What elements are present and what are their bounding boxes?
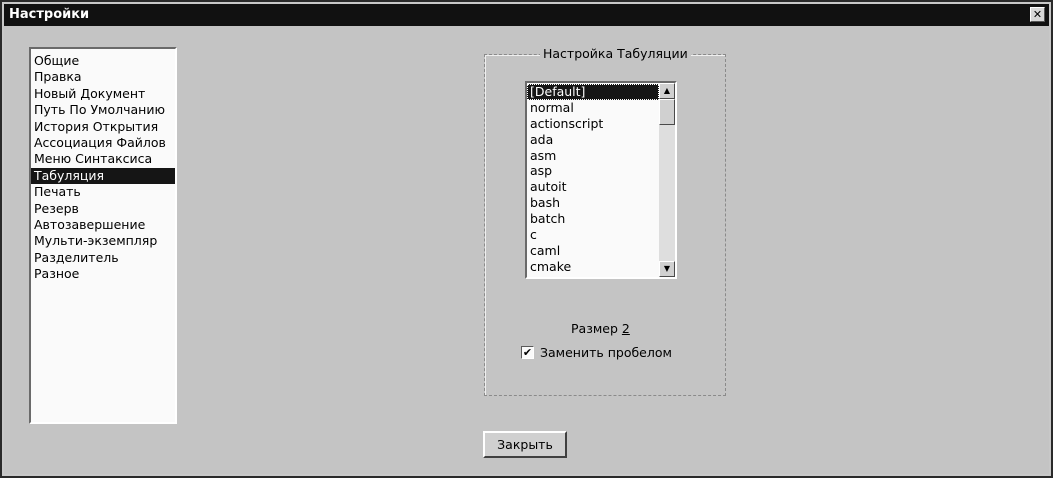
close-icon[interactable]: ✕ xyxy=(1030,7,1045,22)
dialog-title: Настройки xyxy=(9,7,90,22)
settings-dialog: Настройки ✕ Общие Правка Новый Документ … xyxy=(0,0,1053,478)
language-item-asm[interactable]: asm xyxy=(527,148,659,164)
replace-with-spaces-label[interactable]: Заменить пробелом xyxy=(540,345,672,361)
category-item-multi-instance[interactable]: Мульти-экземпляр xyxy=(31,233,175,249)
tab-size-label: Размер xyxy=(571,321,618,336)
category-item-autocompletion[interactable]: Автозавершение xyxy=(31,217,175,233)
tab-settings-group-title: Настройка Табуляции xyxy=(540,46,691,61)
settings-category-list[interactable]: Общие Правка Новый Документ Путь По Умол… xyxy=(29,47,177,424)
tab-size-row: Размер 2 xyxy=(571,321,630,336)
language-item-actionscript[interactable]: actionscript xyxy=(527,116,659,132)
category-item-file-association[interactable]: Ассоциация Файлов xyxy=(31,135,175,151)
language-list-scrollbar[interactable]: ▲ ▼ xyxy=(659,83,675,277)
replace-with-spaces-checkbox[interactable]: ✔ xyxy=(521,346,534,359)
category-item-tabulation[interactable]: Табуляция xyxy=(31,167,175,185)
language-listbox[interactable]: [Default] normal actionscript ada asm as… xyxy=(525,81,677,279)
category-item-default-path[interactable]: Путь По Умолчанию xyxy=(31,102,175,118)
category-item-general[interactable]: Общие xyxy=(31,53,175,69)
language-item-normal[interactable]: normal xyxy=(527,100,659,116)
category-item-delimiter[interactable]: Разделитель xyxy=(31,250,175,266)
dialog-body: Общие Правка Новый Документ Путь По Умол… xyxy=(4,26,1049,474)
language-item-autoit[interactable]: autoit xyxy=(527,179,659,195)
scroll-down-icon[interactable]: ▼ xyxy=(659,261,675,277)
category-item-backup[interactable]: Резерв xyxy=(31,201,175,217)
language-item-asp[interactable]: asp xyxy=(527,163,659,179)
title-bar[interactable]: Настройки ✕ xyxy=(4,4,1049,26)
close-button[interactable]: Закрыть xyxy=(483,431,567,458)
category-item-edit[interactable]: Правка xyxy=(31,69,175,85)
language-item-batch[interactable]: batch xyxy=(527,211,659,227)
category-item-syntax-menu[interactable]: Меню Синтаксиса xyxy=(31,151,175,167)
scroll-thumb[interactable] xyxy=(659,99,675,125)
language-item-caml[interactable]: caml xyxy=(527,243,659,259)
category-item-misc[interactable]: Разное xyxy=(31,266,175,282)
language-item-ada[interactable]: ada xyxy=(527,132,659,148)
language-item-bash[interactable]: bash xyxy=(527,195,659,211)
tab-settings-group: Настройка Табуляции [Default] normal act… xyxy=(484,46,726,396)
language-item-default[interactable]: [Default] xyxy=(527,84,659,100)
tab-size-value[interactable]: 2 xyxy=(622,321,630,336)
category-item-print[interactable]: Печать xyxy=(31,184,175,200)
language-item-cmake[interactable]: cmake xyxy=(527,259,659,275)
category-item-new-document[interactable]: Новый Документ xyxy=(31,86,175,102)
category-item-open-history[interactable]: История Открытия xyxy=(31,119,175,135)
scroll-up-icon[interactable]: ▲ xyxy=(659,83,675,99)
language-item-c[interactable]: c xyxy=(527,227,659,243)
